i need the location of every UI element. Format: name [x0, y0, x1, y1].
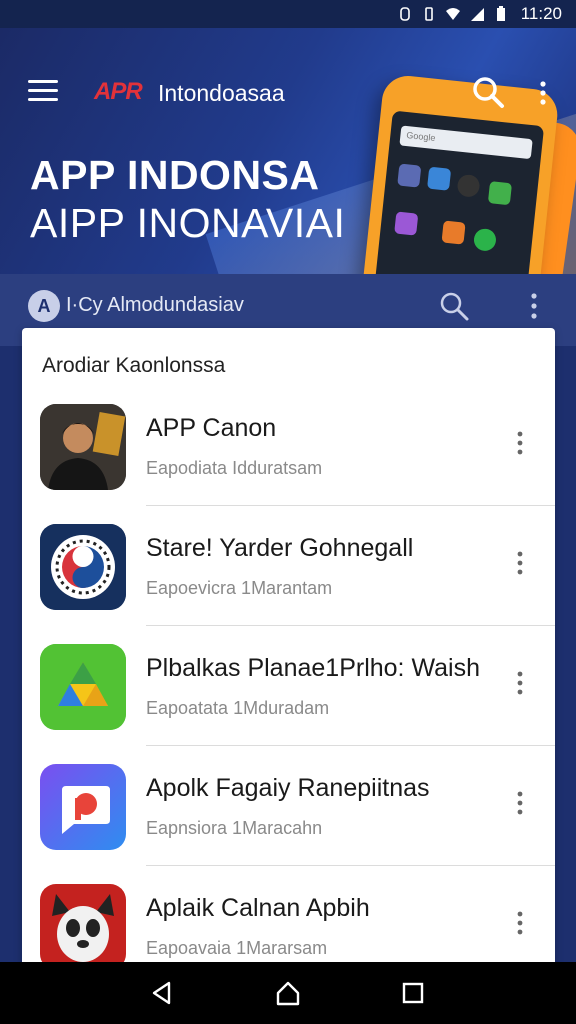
- app-subtitle: Eapodiata Idduratsam: [146, 458, 323, 478]
- more-vert-icon[interactable]: [516, 430, 524, 456]
- battery-icon: [496, 6, 505, 21]
- headline-line2: AIPP INONAVIAI: [30, 200, 346, 246]
- app-tile-icon: [394, 211, 419, 236]
- signal-icon: [470, 8, 484, 21]
- list-item[interactable]: Aplaik Calnan Apbih Eapoavaia 1Mararsam: [22, 866, 555, 968]
- app-name: APP Canon: [146, 414, 277, 442]
- app-tile-icon: [456, 173, 481, 198]
- app-name: Aplaik Calnan Apbih: [146, 894, 370, 922]
- phone-search-bar: Google: [399, 125, 533, 160]
- nfc-icon: [399, 7, 410, 21]
- menu-icon[interactable]: [28, 80, 58, 102]
- app-subtitle: Eapoevicra 1Marantam: [146, 578, 333, 598]
- person-photo-icon: [40, 404, 126, 490]
- search-icon[interactable]: [470, 74, 506, 110]
- app-name: Stare! Yarder Gohnegall: [146, 534, 414, 562]
- app-name: Apolk Fagaiy Ranepiitnas: [146, 774, 430, 802]
- vibrate-icon: [424, 7, 433, 21]
- brand-title: Intondoasaa: [158, 80, 285, 106]
- recents-icon[interactable]: [397, 977, 429, 1009]
- triangle-drive-icon: [40, 644, 126, 730]
- app-subtitle: Eapnsiora 1Maracahn: [146, 818, 323, 838]
- list-item[interactable]: Apolk Fagaiy Ranepiitnas Eapnsiora 1Mara…: [22, 746, 555, 866]
- app-tile-icon: [397, 163, 422, 188]
- more-vert-icon[interactable]: [516, 910, 524, 936]
- list-item[interactable]: Stare! Yarder Gohnegall Eapoevicra 1Mara…: [22, 506, 555, 626]
- headline-line1: APP INDONSA: [30, 152, 320, 198]
- section-title: Arodiar Kaonlonssa: [42, 354, 226, 377]
- app-list-card: Arodiar Kaonlonssa APP Canon Eapodiata I…: [22, 328, 555, 968]
- app-subtitle: Eapoatata 1Mduradam: [146, 698, 330, 718]
- status-bar: 11:20: [0, 0, 576, 28]
- app-tile-icon: [487, 181, 513, 206]
- status-time: 11:20: [520, 4, 562, 23]
- back-icon[interactable]: [147, 977, 179, 1009]
- hero-banner: APR Intondoasaa APP INDONSA AIPP INONAVI…: [0, 28, 576, 274]
- toolbar-title: I·Cy Almodundasiav: [66, 294, 244, 316]
- app-name: Plbalkas Planae1Prlho: Waish: [146, 654, 480, 682]
- app-tile-icon: [472, 227, 498, 252]
- more-vert-icon[interactable]: [516, 550, 524, 576]
- more-vert-icon[interactable]: [516, 790, 524, 816]
- phone-illustration: Google: [360, 73, 560, 274]
- panda-icon: [40, 884, 126, 968]
- list-item[interactable]: APP Canon Eapodiata Idduratsam: [22, 386, 555, 506]
- more-vert-icon[interactable]: [529, 292, 539, 320]
- system-nav-bar: [0, 962, 576, 1024]
- list-item[interactable]: Plbalkas Planae1Prlho: Waish Eapoatata 1…: [22, 626, 555, 746]
- app-subtitle: Eapoavaia 1Mararsam: [146, 938, 328, 958]
- more-vert-icon[interactable]: [516, 670, 524, 696]
- circle-badge-icon: [40, 524, 126, 610]
- wifi-icon: [445, 8, 460, 20]
- app-tile-icon: [427, 166, 452, 191]
- phone-screen: Google: [372, 110, 545, 274]
- app-logo: APR: [94, 78, 143, 105]
- search-icon[interactable]: [438, 290, 470, 322]
- home-icon[interactable]: [272, 977, 304, 1009]
- account-avatar[interactable]: A: [28, 290, 60, 322]
- more-vert-icon[interactable]: [538, 80, 548, 106]
- app-tile-icon: [441, 220, 466, 245]
- chat-p-icon: [40, 764, 126, 850]
